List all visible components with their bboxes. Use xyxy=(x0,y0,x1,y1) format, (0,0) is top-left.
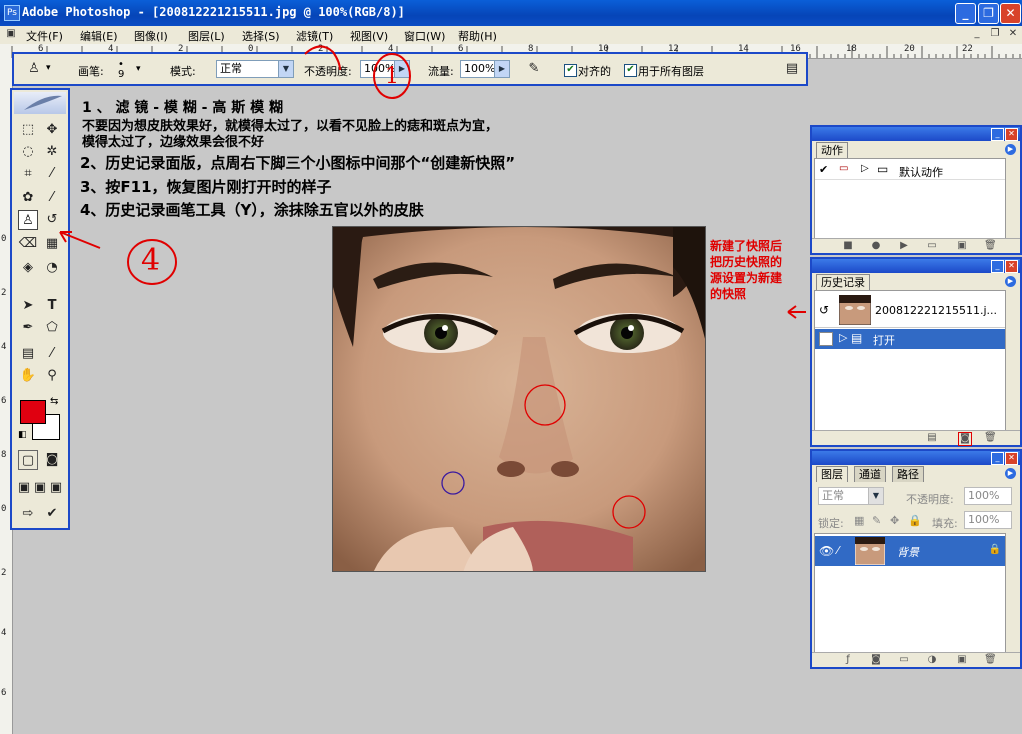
panel-close-button[interactable]: ✕ xyxy=(1005,260,1018,273)
panel-minimize-button[interactable]: _ xyxy=(991,260,1004,273)
triangle-right-icon: ▷ xyxy=(839,331,848,344)
new-layer-icon[interactable]: ▣ xyxy=(956,654,968,666)
create-new-snapshot-icon[interactable]: ◙ xyxy=(958,432,972,446)
layer-row-background[interactable]: 👁 ⁄ 背景 🔒 xyxy=(815,536,1005,566)
side-note-line: 源设置为新建 xyxy=(710,271,783,285)
history-state-open[interactable]: ▷ ▤ 打开 xyxy=(815,329,1005,349)
snapshot-thumbnail xyxy=(839,295,871,325)
blend-mode-value: 正常 xyxy=(822,489,844,502)
state-icon: ▤ xyxy=(851,331,863,345)
history-list: ↺ 200812221215511.j... ▷ ▤ 打开 xyxy=(814,290,1006,432)
blend-mode-select[interactable]: 正常 ▼ xyxy=(818,487,884,505)
stop-icon[interactable]: ■ xyxy=(842,240,854,252)
history-panel-footer: ▤ ◙ 🗑 xyxy=(812,430,1020,446)
layers-list: 👁 ⁄ 背景 🔒 xyxy=(814,533,1006,653)
new-action-icon[interactable]: ▣ xyxy=(956,240,968,252)
layer-style-icon[interactable]: ƒ xyxy=(842,654,854,666)
tab-history[interactable]: 历史记录 xyxy=(816,274,870,290)
tab-actions[interactable]: 动作 xyxy=(816,142,848,158)
fill-value: 100% xyxy=(968,513,1000,526)
history-panel-titlebar[interactable]: _ ✕ xyxy=(812,259,1020,273)
adjustment-layer-icon[interactable]: ◑ xyxy=(926,654,938,666)
side-note-line: 的快照 xyxy=(710,287,747,301)
history-brush-source-box[interactable] xyxy=(819,332,833,346)
annotation-side-note: 新建了快照后 把历史快照的 源设置为新建 的快照 xyxy=(710,238,782,302)
lock-all-icon[interactable]: 🔒 xyxy=(908,514,922,527)
layer-mask-icon[interactable]: ◙ xyxy=(870,654,882,666)
play-icon[interactable]: ▶ xyxy=(898,240,910,252)
lock-position-icon[interactable]: ✥ xyxy=(890,514,899,527)
actions-panel: _ ✕ 动作 ▶ ✔ ▭ ▷ ▭ 默认动作 ■ ● ▶ ▭ ▣ 🗑 xyxy=(810,125,1022,255)
annotation-number-1: 1 xyxy=(385,64,399,89)
snapshot-row[interactable]: ↺ 200812221215511.j... xyxy=(815,293,1005,328)
trash-icon[interactable]: 🗑 xyxy=(984,432,997,444)
annotation-number-4: 4 xyxy=(141,243,161,278)
tab-paths[interactable]: 路径 xyxy=(892,466,924,482)
side-note-line: 把历史快照的 xyxy=(710,255,783,269)
layers-panel-titlebar[interactable]: _ ✕ xyxy=(812,451,1020,465)
history-panel: _ ✕ 历史记录 ▶ ↺ 200812221215511.j... ▷ ▤ 打开… xyxy=(810,257,1022,447)
new-group-icon[interactable]: ▭ xyxy=(898,654,910,666)
checkmark-icon[interactable]: ✔ xyxy=(819,163,828,176)
lock-transparency-icon[interactable]: ▦ xyxy=(854,514,864,527)
layer-name: 背景 xyxy=(897,546,919,559)
layer-opacity-label: 不透明度: xyxy=(906,493,954,506)
action-set-row[interactable]: ✔ ▭ ▷ ▭ 默认动作 xyxy=(815,161,1005,180)
layer-opacity-value: 100% xyxy=(968,489,1000,502)
annotation-arrow-history xyxy=(787,305,806,319)
history-state-name: 打开 xyxy=(873,334,895,347)
snapshot-name: 200812221215511.j... xyxy=(875,304,998,317)
actions-panel-titlebar[interactable]: _ ✕ xyxy=(812,127,1020,141)
panel-minimize-button[interactable]: _ xyxy=(991,452,1004,465)
new-document-from-state-icon[interactable]: ▤ xyxy=(926,432,938,444)
brush-link-icon[interactable]: ⁄ xyxy=(837,544,839,557)
eye-icon[interactable]: 👁 xyxy=(819,544,834,558)
new-set-icon[interactable]: ▭ xyxy=(926,240,938,252)
actions-list: ✔ ▭ ▷ ▭ 默认动作 xyxy=(814,158,1006,240)
action-set-name: 默认动作 xyxy=(899,166,943,179)
lock-label: 锁定: xyxy=(818,517,844,530)
layer-opacity-field[interactable]: 100% xyxy=(964,487,1012,505)
folder-icon: ▭ xyxy=(877,162,889,176)
panel-menu-icon[interactable]: ▶ xyxy=(1005,144,1016,155)
annotation-arrow-1 xyxy=(304,45,341,71)
layers-panel-footer: ƒ ◙ ▭ ◑ ▣ 🗑 xyxy=(812,652,1020,667)
fill-label: 填充: xyxy=(932,517,958,530)
lock-icon: 🔒 xyxy=(988,544,1001,555)
tab-layers[interactable]: 图层 xyxy=(816,466,848,482)
side-note-line: 新建了快照后 xyxy=(710,239,783,253)
layers-panel: _ ✕ 图层 通道 路径 ▶ 正常 ▼ 不透明度: 100% 锁定: ▦ ✎ ✥… xyxy=(810,449,1022,669)
annotation-arrow-4 xyxy=(59,231,101,249)
tab-channels[interactable]: 通道 xyxy=(854,466,886,482)
lock-image-icon[interactable]: ✎ xyxy=(872,514,881,527)
panel-close-button[interactable]: ✕ xyxy=(1005,128,1018,141)
panel-menu-icon[interactable]: ▶ xyxy=(1005,468,1016,479)
layer-thumbnail xyxy=(855,537,885,565)
fill-field[interactable]: 100% xyxy=(964,511,1012,529)
trash-icon[interactable]: 🗑 xyxy=(984,240,997,252)
triangle-right-icon[interactable]: ▷ xyxy=(861,163,869,174)
panel-minimize-button[interactable]: _ xyxy=(991,128,1004,141)
chevron-down-icon: ▼ xyxy=(868,488,883,504)
dialog-toggle-icon[interactable]: ▭ xyxy=(839,163,848,174)
panel-close-button[interactable]: ✕ xyxy=(1005,452,1018,465)
trash-icon[interactable]: 🗑 xyxy=(984,654,997,666)
record-icon[interactable]: ● xyxy=(870,240,882,252)
actions-panel-footer: ■ ● ▶ ▭ ▣ 🗑 xyxy=(812,238,1020,253)
history-brush-source-icon[interactable]: ↺ xyxy=(819,303,829,317)
panel-menu-icon[interactable]: ▶ xyxy=(1005,276,1016,287)
